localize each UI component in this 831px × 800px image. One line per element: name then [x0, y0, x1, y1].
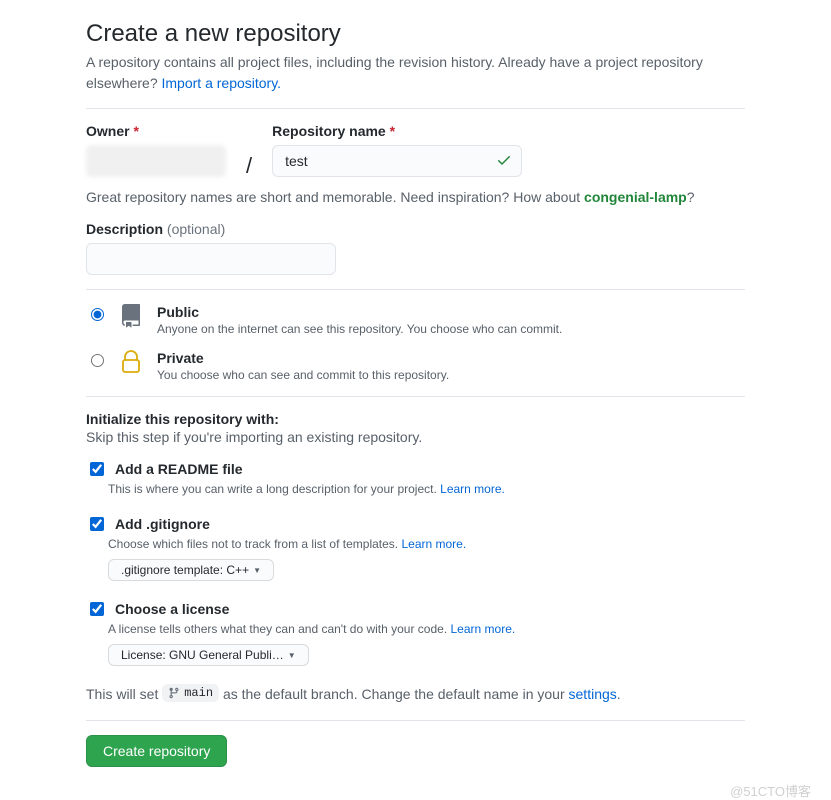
name-suggestion-link[interactable]: congenial-lamp	[584, 189, 687, 205]
gitignore-checkbox[interactable]	[90, 517, 104, 531]
owner-repo-separator: /	[246, 153, 252, 179]
divider	[86, 396, 745, 397]
check-icon	[496, 152, 512, 168]
license-selector[interactable]: License: GNU General Publi… ▼	[108, 644, 309, 666]
page-title: Create a new repository	[86, 20, 745, 48]
lock-icon	[119, 350, 145, 374]
init-head: Initialize this repository with:	[86, 411, 745, 427]
required-mark: *	[133, 123, 138, 139]
default-branch-mid: as the default branch. Change the defaul…	[223, 686, 569, 702]
readme-learn-link[interactable]: Learn more.	[440, 482, 505, 496]
public-desc: Anyone on the internet can see this repo…	[157, 322, 562, 336]
license-desc-text: A license tells others what they can and…	[108, 622, 451, 636]
watermark: @51CTO博客	[0, 781, 831, 800]
description-input[interactable]	[86, 243, 336, 275]
license-learn-link[interactable]: Learn more.	[451, 622, 516, 636]
readme-desc-text: This is where you can write a long descr…	[108, 482, 440, 496]
readme-desc: This is where you can write a long descr…	[108, 482, 745, 496]
owner-label-text: Owner	[86, 123, 130, 139]
owner-selector[interactable]	[86, 145, 226, 177]
name-hint: Great repository names are short and mem…	[86, 189, 745, 205]
required-mark: *	[390, 123, 395, 139]
gitignore-label: Add .gitignore	[115, 516, 210, 532]
public-title: Public	[157, 304, 562, 320]
repo-name-label: Repository name *	[272, 123, 522, 139]
create-repository-button[interactable]: Create repository	[86, 735, 227, 767]
optional-text: (optional)	[167, 221, 225, 237]
readme-checkbox[interactable]	[90, 462, 104, 476]
repo-name-input[interactable]	[272, 145, 522, 177]
divider	[86, 289, 745, 290]
repo-name-label-text: Repository name	[272, 123, 386, 139]
default-branch-note: This will set main as the default branch…	[86, 684, 745, 702]
gitignore-learn-link[interactable]: Learn more.	[401, 537, 466, 551]
default-branch-post: .	[617, 686, 621, 702]
private-title: Private	[157, 350, 449, 366]
license-selector-text: License: GNU General Publi…	[121, 648, 284, 662]
divider	[86, 720, 745, 721]
divider	[86, 108, 745, 109]
repo-icon	[119, 304, 145, 328]
chevron-down-icon: ▼	[253, 566, 261, 575]
chevron-down-icon: ▼	[288, 651, 296, 660]
name-hint-post: ?	[687, 189, 695, 205]
branch-name: main	[184, 686, 213, 700]
private-desc: You choose who can see and commit to thi…	[157, 368, 449, 382]
gitignore-desc: Choose which files not to track from a l…	[108, 537, 745, 551]
import-link[interactable]: Import a repository.	[162, 75, 282, 91]
description-label: Description (optional)	[86, 221, 745, 237]
gitignore-desc-text: Choose which files not to track from a l…	[108, 537, 401, 551]
settings-link[interactable]: settings	[569, 686, 617, 702]
page-subhead: A repository contains all project files,…	[86, 52, 745, 94]
gitignore-template-selector[interactable]: .gitignore template: C++ ▼	[108, 559, 274, 581]
visibility-public-radio[interactable]	[91, 308, 104, 321]
name-hint-text: Great repository names are short and mem…	[86, 189, 584, 205]
gitignore-template-text: .gitignore template: C++	[121, 563, 249, 577]
readme-label: Add a README file	[115, 461, 243, 477]
license-label: Choose a license	[115, 601, 229, 617]
owner-label: Owner *	[86, 123, 226, 139]
init-sub: Skip this step if you're importing an ex…	[86, 429, 745, 445]
license-checkbox[interactable]	[90, 602, 104, 616]
visibility-private-radio[interactable]	[91, 354, 104, 367]
description-label-text: Description	[86, 221, 163, 237]
git-branch-icon	[168, 687, 180, 699]
default-branch-pre: This will set	[86, 686, 162, 702]
license-desc: A license tells others what they can and…	[108, 622, 745, 636]
branch-pill: main	[162, 684, 219, 702]
